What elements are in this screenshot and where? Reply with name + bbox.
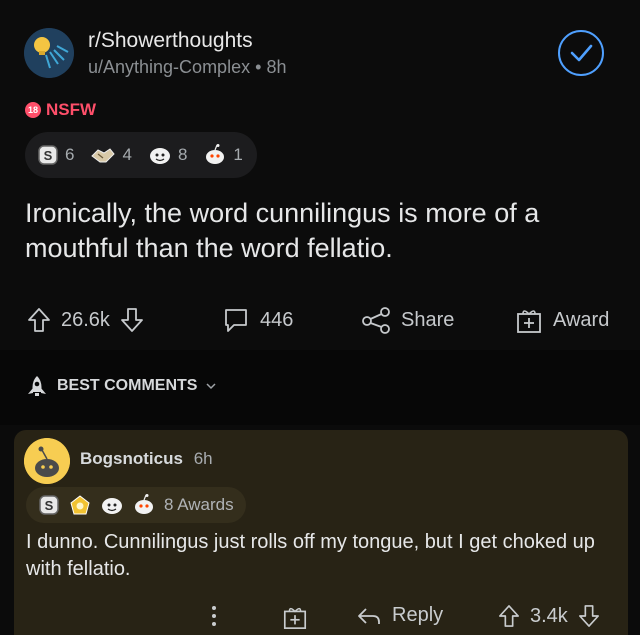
award-count: 1	[233, 145, 243, 164]
comment-award-button[interactable]	[282, 604, 308, 630]
vote-group: 26.6k	[27, 307, 144, 333]
upvote-icon[interactable]	[498, 604, 520, 628]
rocket-icon	[28, 376, 46, 396]
reply-arrow-icon	[358, 607, 380, 624]
award-item: 1	[203, 143, 243, 167]
award-item: 8	[148, 144, 187, 166]
more-vertical-icon	[212, 606, 216, 626]
post-title[interactable]: Ironically, the word cunnilingus is more…	[25, 196, 615, 266]
nsfw-18-icon: 18	[25, 102, 41, 118]
downvote-icon[interactable]	[578, 604, 600, 628]
award-item: S 6	[37, 144, 74, 166]
award-label: Award	[553, 308, 610, 331]
comment-body[interactable]: I dunno. Cunnilingus just rolls off my t…	[26, 529, 618, 583]
upvote-count: 26.6k	[61, 308, 110, 331]
meta-separator: •	[255, 57, 262, 77]
share-label: Share	[401, 308, 455, 331]
gift-icon	[517, 310, 541, 333]
post-age: 8h	[266, 57, 287, 77]
comment-bubble-icon	[225, 309, 247, 332]
checkmark-icon	[570, 44, 593, 62]
post-meta: u/Anything-Complex • 8h	[88, 57, 286, 78]
comment-sort-button[interactable]: BEST COMMENTS	[25, 374, 217, 398]
award-count: 6	[65, 145, 75, 164]
upvote-icon[interactable]	[27, 307, 51, 333]
reply-label: Reply	[392, 604, 444, 626]
nsfw-label: NSFW	[46, 100, 97, 119]
handshake-award-icon	[91, 148, 116, 163]
comment-age: 6h	[193, 449, 213, 468]
share-icon	[362, 307, 390, 334]
snoo-award-icon	[135, 494, 153, 514]
comments-button[interactable]: 446	[222, 306, 293, 334]
wholesome-award-icon	[102, 498, 122, 514]
comment-score: 3.4k	[530, 604, 568, 627]
subreddit-avatar[interactable]	[24, 28, 74, 78]
comment-author[interactable]: Bogsnoticus	[80, 449, 183, 468]
more-options-button[interactable]	[210, 604, 218, 628]
wholesome-award-icon	[149, 148, 170, 164]
post-author[interactable]: u/Anything-Complex	[88, 57, 250, 77]
award-count: 8	[177, 145, 188, 164]
comment-author-row: Bogsnoticus 6h	[80, 449, 213, 469]
snoo-award-icon	[206, 144, 225, 164]
award-button[interactable]: Award	[515, 306, 609, 334]
silver-award-icon: S	[38, 145, 58, 165]
commenter-avatar[interactable]	[24, 438, 70, 484]
comment-awards[interactable]: S 8 Awards	[26, 487, 246, 523]
comment-actions: Reply 3.4k	[14, 600, 628, 635]
nsfw-tag: 18 NSFW	[25, 100, 96, 120]
award-item: 4	[90, 144, 132, 166]
post-actions: 26.6k 446 Share Award	[25, 300, 625, 340]
chevron-down-icon	[206, 383, 216, 390]
award-count: 4	[122, 145, 132, 164]
comment-awards-label: 8 Awards	[164, 495, 234, 514]
downvote-icon[interactable]	[120, 307, 144, 333]
gift-icon	[283, 607, 307, 629]
silver-award-icon: S	[39, 495, 59, 515]
share-button[interactable]: Share	[361, 306, 454, 334]
comment-card: Bogsnoticus 6h S 8 Awards I dunno. Cunni…	[14, 430, 628, 635]
post-awards[interactable]: S 6 4 8 1	[25, 132, 257, 178]
reply-button[interactable]: Reply	[356, 604, 443, 627]
comment-count: 446	[260, 308, 294, 331]
joined-check-button[interactable]	[558, 30, 604, 76]
svg-text:S: S	[45, 498, 54, 513]
subreddit-name[interactable]: r/Showerthoughts	[88, 29, 253, 53]
helpful-award-icon	[70, 495, 90, 515]
comment-vote-group: 3.4k	[498, 604, 600, 628]
comment-sort-label: BEST COMMENTS	[57, 377, 198, 394]
svg-text:S: S	[44, 148, 53, 163]
